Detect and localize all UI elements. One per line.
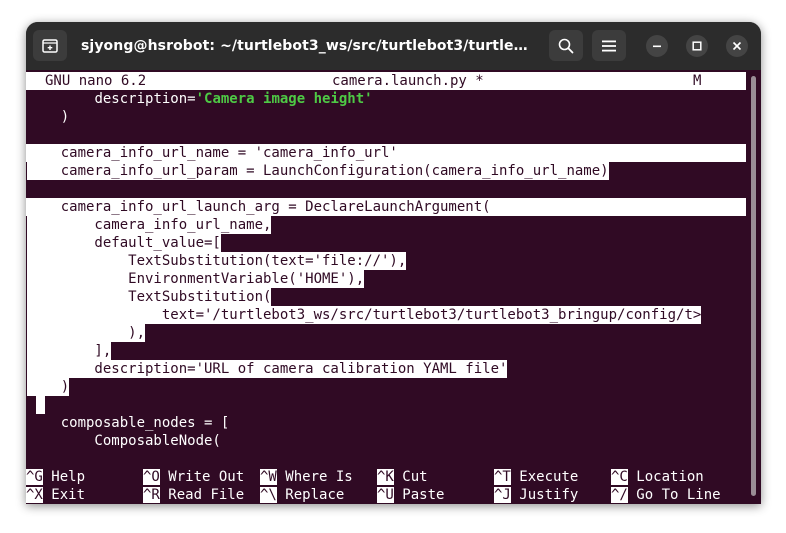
terminal-window: sjyong@hsrobot: ~/turtlebot3_ws/src/turt… xyxy=(26,22,761,504)
nano-filename: camera.launch.py * xyxy=(332,73,484,89)
minimize-button[interactable] xyxy=(646,35,668,57)
nano-version: GNU nano 6.2 xyxy=(45,73,147,89)
shortcut-location[interactable]: ^C Location xyxy=(611,468,704,486)
code-line-selected: camera_info_url_name, xyxy=(27,216,272,234)
shortcut-paste[interactable]: ^U Paste xyxy=(377,486,444,504)
code-line-selected: description='URL of camera calibration Y… xyxy=(27,360,508,378)
code-line: composable_nodes = [ xyxy=(27,415,230,431)
shortcut-justify[interactable]: ^J Justify xyxy=(494,486,578,504)
shortcut-cut[interactable]: ^K Cut xyxy=(377,468,428,486)
shortcut-help[interactable]: ^G Help xyxy=(26,468,85,486)
shortcut-exit[interactable]: ^X Exit xyxy=(26,486,85,504)
code-line: ) xyxy=(27,109,70,125)
new-tab-button[interactable] xyxy=(33,30,67,61)
selection-end-cursor xyxy=(36,396,45,414)
maximize-icon xyxy=(692,41,702,51)
close-button[interactable] xyxy=(726,35,748,57)
code-line-selected: TextSubstitution(text='file://'), xyxy=(27,252,407,270)
menu-button[interactable] xyxy=(592,30,626,61)
title-bar: sjyong@hsrobot: ~/turtlebot3_ws/src/turt… xyxy=(26,22,761,70)
code-line-selected: camera_info_url_launch_arg = DeclareLaun… xyxy=(27,198,491,216)
string-literal: 'Camera image height' xyxy=(195,91,373,107)
maximize-button[interactable] xyxy=(686,35,708,57)
code-line: ComposableNode( xyxy=(27,433,221,449)
new-tab-icon xyxy=(42,38,58,53)
close-icon xyxy=(732,41,742,51)
code-line: description='Camera image height' xyxy=(27,90,373,108)
code-line-selected: camera_info_url_name = 'camera_info_url' xyxy=(27,144,398,162)
shortcut-write-out[interactable]: ^O Write Out xyxy=(143,468,244,486)
shortcut-where-is[interactable]: ^W Where Is xyxy=(260,468,353,486)
shortcut-execute[interactable]: ^T Execute xyxy=(494,468,578,486)
code-line-selected: camera_info_url_param = LaunchConfigurat… xyxy=(27,162,609,180)
code-line-selected: EnvironmentVariable('HOME'), xyxy=(27,270,365,288)
shortcut-replace[interactable]: ^\ Replace xyxy=(260,486,344,504)
code-line-selected: default_value=[ xyxy=(27,234,221,252)
hamburger-menu-icon xyxy=(602,40,616,51)
shortcut-go-to-line[interactable]: ^/ Go To Line xyxy=(611,486,721,504)
code-line-selected: ) xyxy=(27,378,70,396)
code-line-selected: text='/turtlebot3_ws/src/turtlebot3/turt… xyxy=(27,306,702,324)
window-title: sjyong@hsrobot: ~/turtlebot3_ws/src/turt… xyxy=(81,38,536,54)
minimize-icon xyxy=(653,45,661,48)
nano-modified-flag: M xyxy=(693,73,702,89)
code-text: description= xyxy=(94,91,196,107)
search-button[interactable] xyxy=(549,30,583,61)
code-line-selected: TextSubstitution( xyxy=(27,288,272,306)
search-icon xyxy=(558,38,574,53)
scrollbar-thumb[interactable] xyxy=(751,76,756,496)
terminal-area[interactable]: GNU nano 6.2 camera.launch.py * M descri… xyxy=(26,70,761,504)
code-line-selected: ], xyxy=(27,342,112,360)
code-line-selected: ), xyxy=(27,324,146,342)
shortcut-read-file[interactable]: ^R Read File xyxy=(143,486,244,504)
